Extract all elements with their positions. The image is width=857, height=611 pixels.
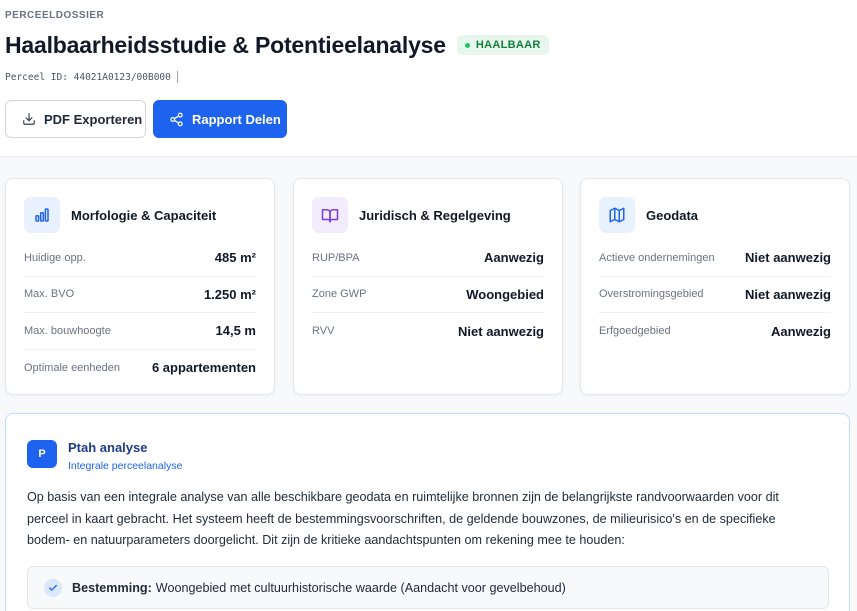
card-row: Overstromingsgebied Niet aanwezig (599, 277, 831, 313)
card-morphology: Morfologie & Capaciteit Huidige opp. 485 … (5, 178, 275, 395)
card-row: Zone GWP Woongebied (312, 277, 544, 313)
row-value: Niet aanwezig (745, 286, 831, 302)
map-icon (609, 207, 625, 223)
card-row: Erfgoedgebied Aanwezig (599, 313, 831, 350)
analysis-body: Op basis van een integrale analyse van a… (27, 490, 779, 547)
card-row: Optimale eenheden 6 appartementen (24, 350, 256, 387)
share-icon (170, 112, 183, 126)
status-badge-label: HAALBAAR (475, 39, 541, 51)
analysis-title: Ptah analyse (68, 440, 148, 455)
card-icon-box (599, 197, 635, 233)
card-header: Morfologie & Capaciteit (24, 197, 216, 233)
card-icon-box (312, 197, 348, 233)
card-title: Geodata (646, 207, 699, 223)
row-value: Woongebied (466, 286, 544, 302)
download-icon (23, 113, 35, 125)
page-header: PERCEELDOSSIER Haalbaarheidsstudie & Pot… (0, 0, 857, 157)
card-row: Actieve ondernemingen Niet aanwezig (599, 240, 831, 277)
row-label: Optimale eenheden (24, 361, 121, 374)
pdf-export-label: PDF Exporteren (44, 111, 143, 127)
row-label: RUP/BPA (312, 251, 360, 264)
card-row: RVV Niet aanwezig (312, 313, 544, 350)
card-rows: RUP/BPA Aanwezig Zone GWP Woongebied RVV Ni… (312, 240, 544, 350)
point-text: Woongebied met cultuurhistorische waarde… (155, 580, 566, 595)
card-row: Max. bouwhoogte 14,5 m (24, 313, 256, 350)
row-value: 1.250 m² (203, 286, 256, 302)
eyebrow-label: PERCEELDOSSIER (5, 10, 105, 21)
row-label: Overstromingsgebied (599, 288, 704, 301)
card-header: Juridisch & Regelgeving (312, 197, 511, 233)
row-label: Erfgoedgebied (599, 325, 671, 338)
status-badge: HAALBAAR (456, 35, 549, 55)
row-value: 485 m² (214, 250, 256, 266)
share-report-button[interactable]: Rapport Delen (153, 100, 287, 138)
row-label: RVV (312, 325, 335, 338)
check-icon (44, 578, 62, 597)
card-legal: Juridisch & Regelgeving RUP/BPA Aanwezig … (293, 178, 563, 395)
bar-chart-icon (35, 208, 49, 222)
card-geodata: Geodata Actieve ondernemingen Niet aanwez… (580, 178, 850, 395)
row-label: Huidige opp. (24, 251, 86, 264)
pdf-export-button[interactable]: PDF Exporteren (5, 100, 146, 138)
card-header: Geodata (599, 197, 698, 233)
analysis-subtitle: Integrale perceelanalyse (68, 460, 183, 472)
book-icon (321, 209, 339, 223)
analysis-panel: P Ptah analyse Integrale perceelanalyse … (5, 413, 850, 611)
card-icon-box (24, 197, 60, 233)
row-value: 14,5 m (215, 323, 256, 339)
point-label: Bestemming: (72, 580, 152, 595)
page-title: Haalbaarheidsstudie & Potentieelanalyse (5, 31, 446, 58)
row-label: Zone GWP (312, 288, 367, 301)
row-value: Aanwezig (484, 250, 544, 266)
text-cursor (176, 71, 178, 83)
title-row: Haalbaarheidsstudie & Potentieelanalyse … (5, 30, 549, 60)
analysis-point: Bestemming: Woongebied met cultuurhistor… (27, 566, 829, 609)
parcel-id: Perceel ID: 44021A0123/00B000 (5, 71, 178, 83)
share-report-label: Rapport Delen (192, 111, 281, 127)
card-rows: Actieve ondernemingen Niet aanwezig Overs… (599, 240, 831, 350)
card-row: Huidige opp. 485 m² (24, 240, 256, 277)
card-rows: Huidige opp. 485 m² Max. BVO 1.250 m² Max.… (24, 240, 256, 386)
ptah-avatar: P (27, 440, 57, 468)
card-row: RUP/BPA Aanwezig (312, 240, 544, 277)
card-title: Juridisch & Regelgeving (359, 207, 511, 223)
row-label: Actieve ondernemingen (599, 251, 715, 264)
row-label: Max. bouwhoogte (24, 324, 111, 337)
card-row: Max. BVO 1.250 m² (24, 277, 256, 313)
status-dot-icon (464, 42, 470, 48)
row-label: Max. BVO (24, 288, 75, 301)
row-value: Niet aanwezig (458, 323, 544, 339)
row-value: 6 appartementen (151, 360, 256, 376)
card-title: Morfologie & Capaciteit (71, 207, 217, 223)
parcel-id-text: Perceel ID: 44021A0123/00B000 (5, 71, 171, 83)
row-value: Niet aanwezig (745, 250, 831, 266)
row-value: Aanwezig (771, 323, 831, 339)
